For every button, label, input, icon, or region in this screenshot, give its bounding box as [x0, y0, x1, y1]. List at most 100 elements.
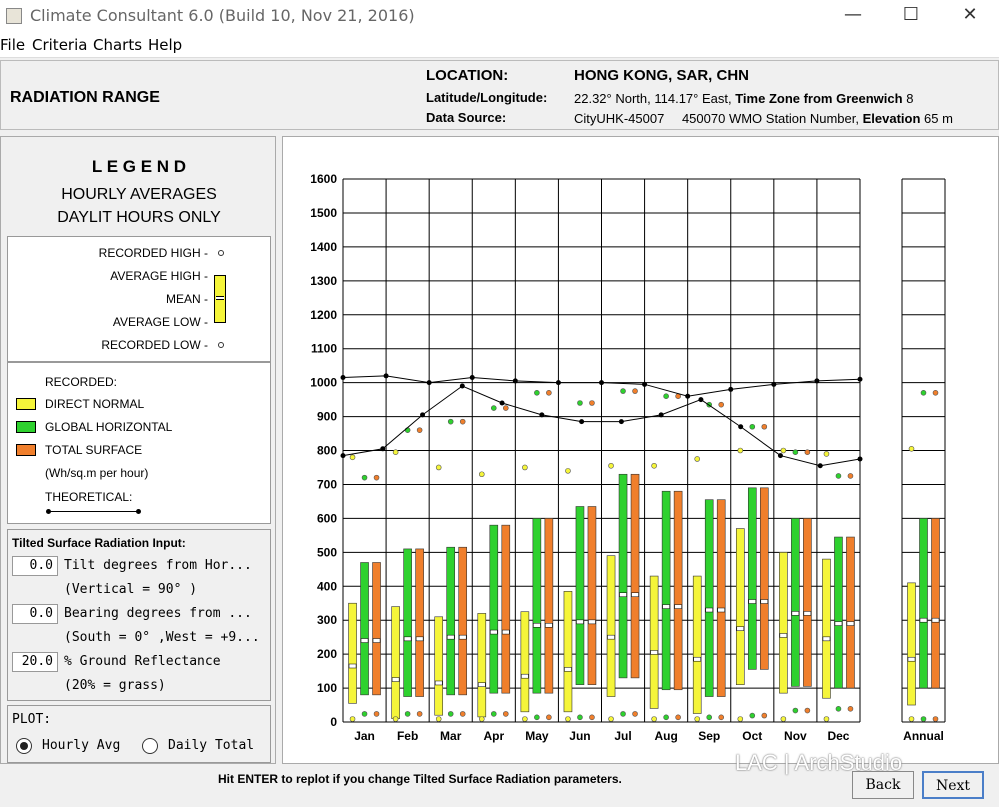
recorded-high-global-horizontal — [447, 418, 454, 425]
theoretical-line-sample — [48, 511, 138, 512]
global-horizontal-swatch — [16, 421, 36, 433]
header-panel: RADIATION RANGE LOCATION: HONG KONG, SAR… — [0, 60, 999, 130]
recorded-high-total-surface — [459, 418, 466, 425]
recorded-high-global-horizontal — [577, 400, 583, 406]
recorded-low-global-horizontal — [792, 707, 799, 714]
theoretical-global-horizontal-point — [459, 383, 465, 389]
recorded-high-global-horizontal — [361, 474, 368, 481]
theoretical-global-horizontal-point — [380, 446, 386, 452]
recorded-high-direct-normal — [478, 471, 485, 478]
recorded-high-total-surface — [589, 400, 595, 406]
theoretical-global-horizontal-point — [738, 424, 744, 430]
radiation-range-chart: 0 100 200 300 400 500 600 700 800 900 1000 1100 1200… — [310, 172, 946, 743]
bar-global-horizontal — [489, 524, 499, 694]
legend-range-bar — [214, 275, 226, 323]
mean-mark-total-surface — [502, 629, 510, 635]
mean-mark-total-surface — [760, 599, 769, 604]
bar-total-surface — [587, 506, 597, 685]
hourly-avg-radio[interactable] — [16, 738, 32, 754]
bar-global-horizontal — [532, 518, 542, 694]
recorded-high-global-horizontal — [404, 427, 411, 433]
x-tick-label: Feb — [397, 729, 418, 743]
bar-global-horizontal — [834, 536, 843, 689]
bar-total-surface — [501, 524, 511, 694]
bar-global-horizontal — [403, 548, 412, 697]
hourly-avg-label[interactable]: Hourly Avg — [42, 738, 120, 753]
elevation-label: Elevation — [862, 111, 921, 126]
x-tick-label: Mar — [440, 729, 462, 743]
plot-options-box: PLOT: Hourly Avg Daily Total — [7, 705, 271, 763]
mean-mark-total-surface — [674, 604, 682, 609]
bar-total-surface — [846, 536, 855, 689]
close-button[interactable]: ✕ — [953, 4, 987, 28]
y-tick-label: 600 — [317, 511, 337, 525]
bar-direct-normal — [563, 591, 573, 713]
bar-global-horizontal — [661, 490, 671, 691]
theoretical-dot-left — [46, 509, 51, 514]
ground-reflectance-label: % Ground Reflectance — [64, 654, 221, 669]
minimize-button[interactable]: — — [836, 4, 870, 28]
theoretical-direct-normal-point — [469, 375, 475, 381]
recorded-low-total-surface — [847, 706, 854, 712]
recorded-heading: RECORDED: — [45, 375, 118, 389]
recorded-high-direct-normal — [823, 451, 830, 457]
recorded-low-direct-normal — [651, 716, 657, 722]
bar-global-horizontal — [704, 499, 714, 697]
y-tick-label: 100 — [317, 681, 337, 695]
daily-total-label[interactable]: Daily Total — [168, 738, 254, 753]
x-tick-label: Dec — [827, 729, 849, 743]
average-low-label: AVERAGE LOW - — [112, 315, 208, 329]
bar-global-horizontal — [747, 487, 757, 670]
x-tick-label: May — [525, 729, 549, 743]
theoretical-global-horizontal-point — [340, 453, 346, 459]
maximize-button[interactable]: ☐ — [894, 4, 928, 28]
bar-total-surface — [372, 562, 381, 696]
x-tick-label: Apr — [483, 729, 504, 743]
theoretical-global-horizontal-point — [618, 419, 624, 425]
bar-direct-normal — [606, 555, 616, 697]
theoretical-global-horizontal-point — [539, 412, 545, 418]
recorded-low-global-horizontal — [447, 711, 454, 717]
legend-series-box: RECORDED: DIRECT NORMAL GLOBAL HORIZONTA… — [7, 362, 271, 524]
recorded-low-global-horizontal — [663, 714, 669, 721]
tilt-input[interactable]: 0.0 — [12, 556, 58, 576]
menu-file[interactable]: File — [0, 36, 25, 54]
mean-mark-direct-normal — [736, 626, 745, 631]
menu-criteria[interactable]: Criteria — [32, 36, 87, 54]
location-value: HONG KONG, SAR, CHN — [574, 67, 750, 84]
bearing-input[interactable]: 0.0 — [12, 604, 58, 624]
menu-help[interactable]: Help — [148, 36, 182, 54]
daily-total-radio[interactable] — [142, 738, 158, 754]
latlon-label: Latitude/Longitude: — [426, 90, 548, 105]
y-tick-label: 1500 — [310, 206, 337, 220]
recorded-low-total-surface — [459, 711, 466, 717]
theoretical-direct-normal-point — [555, 380, 561, 386]
bar-global-horizontal — [360, 562, 369, 696]
recorded-low-total-surface — [502, 711, 509, 717]
java-app-icon — [6, 8, 22, 24]
ground-reflectance-input[interactable]: 20.0 — [12, 652, 58, 672]
mean-mark-annual-total-surface — [931, 617, 940, 623]
theoretical-global-horizontal-point — [579, 419, 585, 425]
recorded-high-direct-normal — [522, 464, 528, 471]
theoretical-direct-normal-point — [685, 393, 691, 399]
theoretical-global-horizontal-point — [777, 453, 783, 459]
next-button[interactable]: Next — [922, 771, 984, 799]
theoretical-global-horizontal-point — [817, 463, 823, 469]
back-button[interactable]: Back — [852, 771, 914, 799]
recorded-high-annual-total-surface — [932, 390, 939, 396]
bar-global-horizontal — [618, 473, 628, 679]
recorded-low-total-surface — [589, 714, 595, 721]
recorded-low-direct-normal — [608, 716, 614, 722]
plot-title: PLOT: — [12, 712, 52, 727]
mean-mark-direct-normal — [822, 636, 831, 642]
y-tick-label: 0 — [330, 715, 337, 729]
menu-charts[interactable]: Charts — [93, 36, 142, 54]
recorded-high-total-surface — [546, 390, 552, 396]
recorded-low-direct-normal — [392, 716, 399, 722]
elevation-value: 65 m — [924, 111, 953, 126]
mean-mark-global-horizontal — [403, 636, 412, 642]
bearing-label: Bearing degrees from ... — [64, 606, 252, 621]
mean-mark-global-horizontal — [576, 619, 584, 625]
menu-bar: File Criteria Charts Help — [0, 32, 999, 58]
